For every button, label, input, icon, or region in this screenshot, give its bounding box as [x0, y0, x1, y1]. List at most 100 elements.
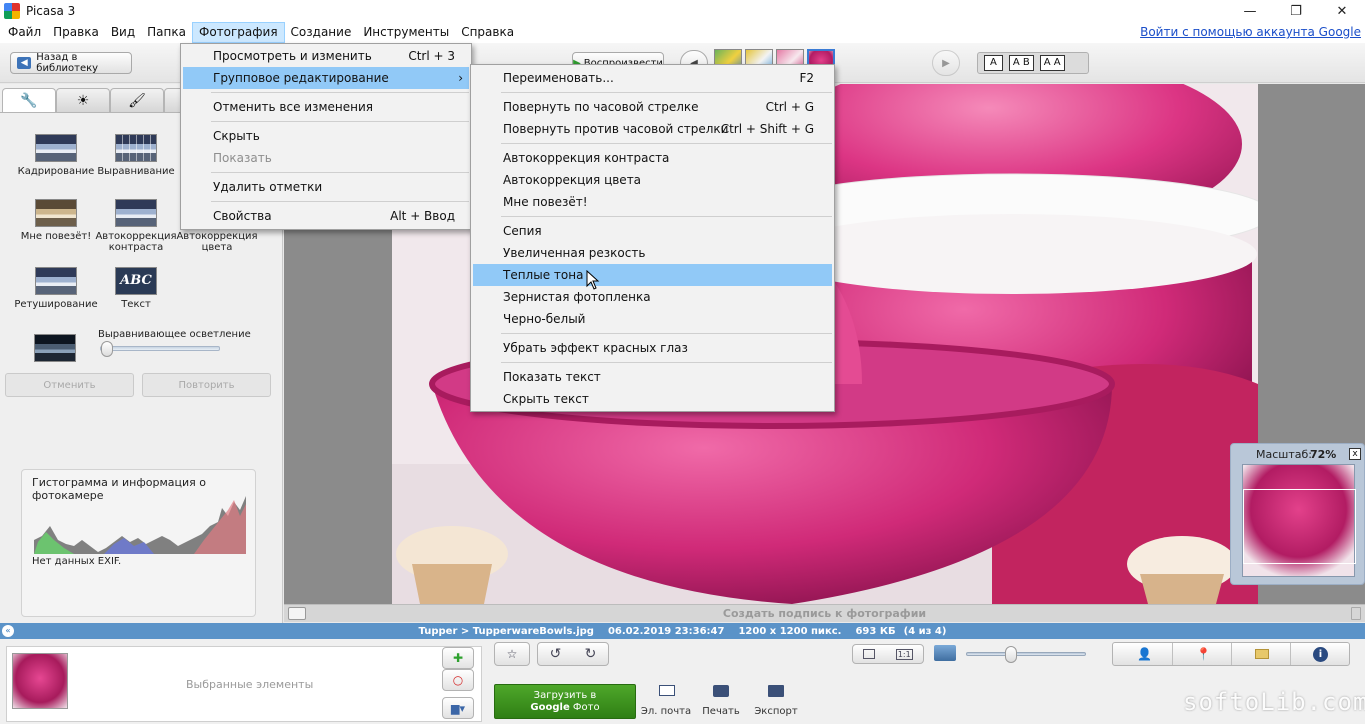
upload-google-photos-button[interactable]: Загрузить в Google Фото: [494, 684, 636, 719]
batch-auto-color[interactable]: Автокоррекция цвета: [473, 169, 832, 191]
menu-tools[interactable]: Инструменты: [357, 22, 455, 43]
info-icon[interactable]: i: [1313, 647, 1328, 662]
submenu-arrow-icon: ›: [458, 71, 463, 85]
menu-undo-all[interactable]: Отменить все изменения: [183, 96, 469, 118]
straighten-icon: [115, 134, 157, 162]
fill-light-slider[interactable]: [100, 341, 220, 357]
redo-button[interactable]: Повторить: [142, 373, 271, 397]
menu-batch-edit[interactable]: Групповое редактирование ›: [183, 67, 469, 89]
batch-auto-contrast[interactable]: Автокоррекция контраста: [473, 147, 832, 169]
email-button[interactable]: Эл. почта: [640, 682, 692, 720]
caption-mode-aa[interactable]: A A: [1039, 55, 1065, 71]
batch-warm-tones[interactable]: Теплые тона: [473, 264, 832, 286]
people-icon[interactable]: 👤: [1137, 647, 1152, 661]
rotate-right-icon[interactable]: ↻: [585, 646, 597, 662]
google-signin-link[interactable]: Войти с помощью аккаунта Google: [1140, 25, 1361, 39]
menu-separator: [211, 172, 469, 173]
menu-separator: [501, 362, 832, 363]
rotate-left-icon[interactable]: ↺: [550, 646, 562, 662]
trash-icon[interactable]: [1351, 607, 1361, 620]
zoom-navigator-icon[interactable]: [934, 645, 956, 661]
next-photo-button[interactable]: ▶: [932, 50, 960, 76]
tool-autocontrast[interactable]: Автокоррекция контраста: [94, 199, 178, 253]
batch-lucky[interactable]: Мне повезёт!: [473, 191, 832, 213]
menu-folder[interactable]: Папка: [141, 22, 192, 43]
caption-bar[interactable]: Создать подпись к фотографии: [284, 604, 1365, 622]
clear-selection-button[interactable]: ○: [442, 669, 474, 691]
star-icon: ☆: [506, 647, 518, 661]
tab-effects[interactable]: 🖌: [110, 88, 164, 112]
batch-black-white[interactable]: Черно-белый: [473, 308, 832, 330]
tool-retouch[interactable]: Ретуширование: [14, 267, 98, 310]
zoom-viewport-frame[interactable]: [1243, 489, 1356, 564]
batch-show-text[interactable]: Показать текст: [473, 366, 832, 388]
tool-crop[interactable]: Кадрирование: [14, 134, 98, 177]
email-label: Эл. почта: [640, 706, 692, 717]
fit-view-icon[interactable]: [863, 649, 876, 659]
maximize-button[interactable]: ❐: [1273, 0, 1319, 22]
batch-rotate-cw[interactable]: Повернуть по часовой стрелке Ctrl + G: [473, 96, 832, 118]
batch-sepia[interactable]: Сепия: [473, 220, 832, 242]
tool-crop-label: Кадрирование: [17, 166, 95, 177]
undo-button[interactable]: Отменить: [5, 373, 134, 397]
tab-basic-fixes[interactable]: 🔧: [2, 88, 56, 112]
tab-tuning[interactable]: ☀: [56, 88, 110, 112]
tool-straighten[interactable]: Выравнивание: [94, 134, 178, 177]
batch-sharpen[interactable]: Увеличенная резкость: [473, 242, 832, 264]
batch-sepia-label: Сепия: [503, 224, 542, 238]
back-to-library-button[interactable]: ◀ Назад в библиотеку: [10, 52, 132, 74]
collapse-icon[interactable]: «: [2, 625, 14, 637]
divider: [1172, 643, 1173, 665]
zoom-slider[interactable]: [966, 646, 1086, 663]
caption-mode-group: A A B A A: [977, 52, 1089, 74]
menu-create[interactable]: Создание: [285, 22, 358, 43]
print-button[interactable]: Печать: [698, 682, 744, 720]
batch-film-grain[interactable]: Зернистая фотопленка: [473, 286, 832, 308]
menu-hide[interactable]: Скрыть: [183, 125, 469, 147]
tool-lucky[interactable]: Мне повезёт!: [14, 199, 98, 242]
menu-undo-all-label: Отменить все изменения: [213, 100, 373, 114]
tool-text[interactable]: ABC Текст: [94, 267, 178, 310]
menu-view-edit-shortcut: Ctrl + 3: [408, 49, 455, 63]
add-to-album-button[interactable]: ▆▾: [442, 697, 474, 719]
fill-light-icon: [34, 334, 76, 362]
minimize-button[interactable]: —: [1227, 0, 1273, 22]
menu-edit[interactable]: Правка: [47, 22, 105, 43]
caption-mode-ab[interactable]: A B: [1008, 55, 1034, 71]
status-dimensions: 1200 x 1200 пикс.: [738, 625, 842, 637]
menu-view[interactable]: Вид: [105, 22, 141, 43]
selected-item-thumb[interactable]: [12, 653, 68, 709]
zoom-slider-thumb[interactable]: [1004, 646, 1017, 663]
star-button[interactable]: ☆: [494, 642, 530, 666]
menu-view-edit[interactable]: Просмотреть и изменить Ctrl + 3: [183, 45, 469, 67]
actual-size-icon[interactable]: 1:1: [895, 648, 913, 660]
menu-delete-tags[interactable]: Удалить отметки: [183, 176, 469, 198]
hold-pin-button[interactable]: ✚: [442, 647, 474, 669]
batch-red-eye[interactable]: Убрать эффект красных глаз: [473, 337, 832, 359]
menu-properties[interactable]: Свойства Alt + Ввод: [183, 205, 469, 227]
autocontrast-icon: [115, 199, 157, 227]
menu-show[interactable]: Показать: [183, 147, 469, 169]
caption-keyboard-icon[interactable]: [288, 607, 306, 620]
zoom-close-button[interactable]: x: [1349, 448, 1361, 460]
batch-rotate-ccw[interactable]: Повернуть против часовой стрелки Ctrl + S…: [473, 118, 832, 140]
batch-warm-tones-label: Теплые тона: [503, 268, 584, 282]
batch-hide-text[interactable]: Скрыть текст: [473, 388, 832, 410]
close-button[interactable]: ✕: [1319, 0, 1365, 22]
upload-brand: Google: [530, 702, 570, 713]
location-pin-icon[interactable]: 📍: [1196, 647, 1211, 661]
caption-mode-a[interactable]: A: [984, 55, 1003, 71]
tag-icon[interactable]: [1255, 649, 1269, 659]
batch-rename-shortcut: F2: [799, 71, 814, 85]
menu-separator: [501, 92, 832, 93]
menu-separator: [211, 92, 469, 93]
menu-file[interactable]: Файл: [2, 22, 47, 43]
menu-help[interactable]: Справка: [455, 22, 520, 43]
fill-light-slider-thumb[interactable]: [101, 341, 113, 357]
menu-photo[interactable]: Фотография: [191, 22, 285, 43]
zoom-preview-thumb[interactable]: [1242, 464, 1356, 577]
fill-light-label: Выравнивающее осветление: [98, 329, 251, 340]
export-button[interactable]: Экспорт: [750, 682, 802, 720]
status-index: (4 из 4): [903, 625, 947, 637]
batch-rename[interactable]: Переименовать... F2: [473, 67, 832, 89]
